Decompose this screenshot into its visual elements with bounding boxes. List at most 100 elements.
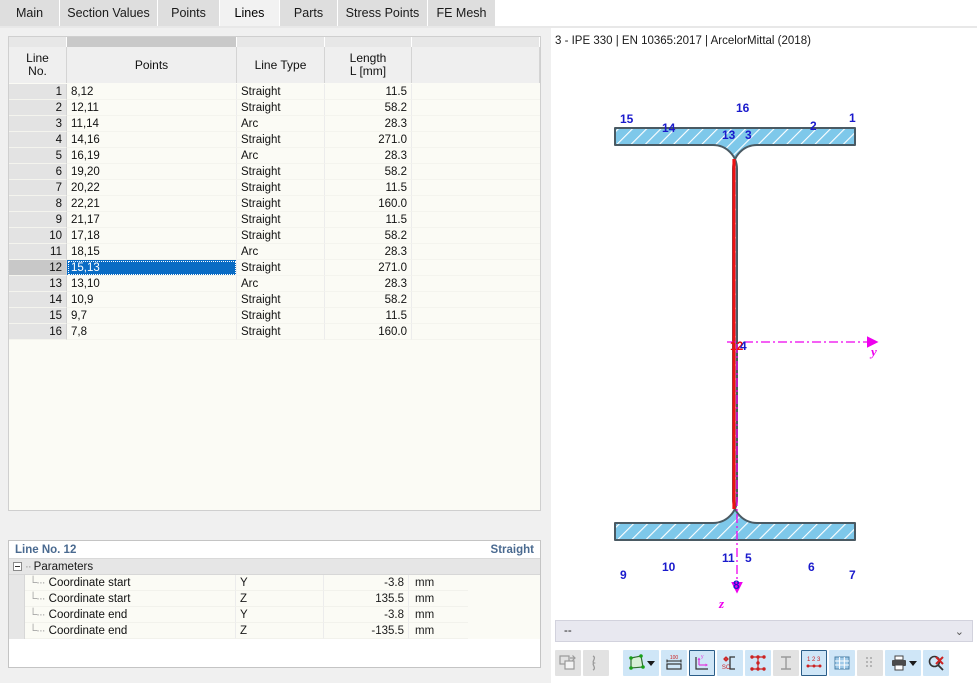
cell-xtra[interactable] [412, 260, 540, 276]
tab-stress-points[interactable]: Stress Points [338, 0, 428, 26]
cell-pts[interactable]: 7,8 [67, 324, 237, 340]
table-row[interactable]: 2 12,11 Straight 58.2 [9, 100, 540, 116]
chevron-down-icon[interactable]: ⌄ [955, 625, 964, 638]
parameter-value[interactable]: -3.8 [323, 607, 408, 623]
cell-no[interactable]: 12 [9, 260, 67, 276]
cell-xtra[interactable] [412, 212, 540, 228]
cell-no[interactable]: 10 [9, 228, 67, 244]
tab-main[interactable]: Main [0, 0, 60, 26]
table-row[interactable]: 6 19,20 Straight 58.2 [9, 164, 540, 180]
table-row[interactable]: 9 21,17 Straight 11.5 [9, 212, 540, 228]
cell-len[interactable]: 28.3 [325, 244, 412, 260]
column-header-type[interactable]: Line Type [237, 47, 325, 83]
chevron-down-icon[interactable] [908, 660, 917, 666]
cell-pts[interactable]: 20,22 [67, 180, 237, 196]
cell-pts[interactable]: 13,10 [67, 276, 237, 292]
parameter-row[interactable]: └··· Coordinate end Z -135.5 mm [9, 623, 540, 639]
tab-parts[interactable]: Parts [280, 0, 338, 26]
cell-len[interactable]: 11.5 [325, 84, 412, 100]
tab-points[interactable]: Points [158, 0, 220, 26]
line-numbers-icon[interactable]: 1 2 3 [801, 650, 827, 676]
collapse-expander-icon[interactable] [13, 562, 22, 571]
column-header-pts[interactable]: Points [67, 47, 237, 83]
column-header-len[interactable]: Length L [mm] [325, 47, 412, 83]
cell-pts[interactable]: 22,21 [67, 196, 237, 212]
cell-no[interactable]: 9 [9, 212, 67, 228]
cell-no[interactable]: 1 [9, 84, 67, 100]
table-row[interactable]: 1 8,12 Straight 11.5 [9, 84, 540, 100]
cell-xtra[interactable] [412, 244, 540, 260]
cell-xtra[interactable] [412, 148, 540, 164]
cell-no[interactable]: 5 [9, 148, 67, 164]
cell-xtra[interactable] [412, 308, 540, 324]
tab-fe-mesh[interactable]: FE Mesh [428, 0, 496, 26]
table-row[interactable]: 5 16,19 Arc 28.3 [9, 148, 540, 164]
dimensions-icon[interactable]: 100 [661, 650, 687, 676]
cell-xtra[interactable] [412, 196, 540, 212]
tab-section-values[interactable]: Section Values [60, 0, 158, 26]
table-row[interactable]: 10 17,18 Straight 58.2 [9, 228, 540, 244]
cell-type[interactable]: Arc [237, 276, 325, 292]
cell-len[interactable]: 11.5 [325, 180, 412, 196]
cell-type[interactable]: Arc [237, 244, 325, 260]
shear-center-icon[interactable]: SC [717, 650, 743, 676]
cell-pts[interactable]: 15,13 [67, 260, 237, 276]
cell-pts[interactable]: 16,19 [67, 148, 237, 164]
cell-pts[interactable]: 9,7 [67, 308, 237, 324]
cell-len[interactable]: 271.0 [325, 132, 412, 148]
table-row[interactable]: 4 14,16 Straight 271.0 [9, 132, 540, 148]
cell-pts[interactable]: 11,14 [67, 116, 237, 132]
table-row[interactable]: 16 7,8 Straight 160.0 [9, 324, 540, 340]
cell-no[interactable]: 11 [9, 244, 67, 260]
table-row[interactable]: 12 15,13 Straight 271.0 [9, 260, 540, 276]
cell-type[interactable]: Straight [237, 100, 325, 116]
cell-type[interactable]: Straight [237, 196, 325, 212]
cell-no[interactable]: 2 [9, 100, 67, 116]
cell-xtra[interactable] [412, 324, 540, 340]
parameter-value[interactable]: 135.5 [323, 591, 408, 607]
lines-table[interactable]: Line No. Points Line Type Length L [mm] 1 8,12… [8, 36, 541, 511]
cell-pts[interactable]: 17,18 [67, 228, 237, 244]
cell-type[interactable]: Straight [237, 228, 325, 244]
cell-len[interactable]: 58.2 [325, 228, 412, 244]
cell-xtra[interactable] [412, 276, 540, 292]
table-row[interactable]: 11 18,15 Arc 28.3 [9, 244, 540, 260]
cell-type[interactable]: Straight [237, 164, 325, 180]
parameter-value[interactable]: -135.5 [323, 623, 408, 639]
table-row[interactable]: 7 20,22 Straight 11.5 [9, 180, 540, 196]
cell-type[interactable]: Straight [237, 180, 325, 196]
render-mode-icon[interactable] [623, 650, 659, 676]
cell-len[interactable]: 11.5 [325, 212, 412, 228]
cell-xtra[interactable] [412, 164, 540, 180]
table-row[interactable]: 3 11,14 Arc 28.3 [9, 116, 540, 132]
cell-no[interactable]: 3 [9, 116, 67, 132]
cell-len[interactable]: 58.2 [325, 292, 412, 308]
cell-pts[interactable]: 19,20 [67, 164, 237, 180]
section-drawing[interactable]: 15 14 16 13 3 2 1 12 4 11 5 10 6 9 7 8 y z [551, 54, 977, 614]
cell-xtra[interactable] [412, 180, 540, 196]
zoom-reset-icon[interactable] [923, 650, 949, 676]
cell-len[interactable]: 28.3 [325, 148, 412, 164]
cell-no[interactable]: 4 [9, 132, 67, 148]
view-select[interactable]: -- ⌄ [555, 620, 973, 642]
cell-no[interactable]: 8 [9, 196, 67, 212]
print-icon[interactable] [885, 650, 921, 676]
cell-type[interactable]: Straight [237, 212, 325, 228]
group-header-type[interactable] [237, 37, 325, 47]
cell-xtra[interactable] [412, 292, 540, 308]
cell-pts[interactable]: 10,9 [67, 292, 237, 308]
cell-xtra[interactable] [412, 100, 540, 116]
cell-pts[interactable]: 8,12 [67, 84, 237, 100]
cell-len[interactable]: 160.0 [325, 324, 412, 340]
cell-xtra[interactable] [412, 132, 540, 148]
cell-type[interactable]: Straight [237, 292, 325, 308]
table-body[interactable]: 1 8,12 Straight 11.5 2 12,11 Straight 58.2 3 11,1… [9, 84, 540, 510]
cell-xtra[interactable] [412, 228, 540, 244]
parameter-row[interactable]: └··· Coordinate start Z 135.5 mm [9, 591, 540, 607]
cell-type[interactable]: Straight [237, 308, 325, 324]
parameter-row[interactable]: └··· Coordinate end Y -3.8 mm [9, 607, 540, 623]
group-header-xtra[interactable] [412, 37, 540, 47]
cell-no[interactable]: 6 [9, 164, 67, 180]
cell-len[interactable]: 28.3 [325, 276, 412, 292]
cell-type[interactable]: Arc [237, 148, 325, 164]
